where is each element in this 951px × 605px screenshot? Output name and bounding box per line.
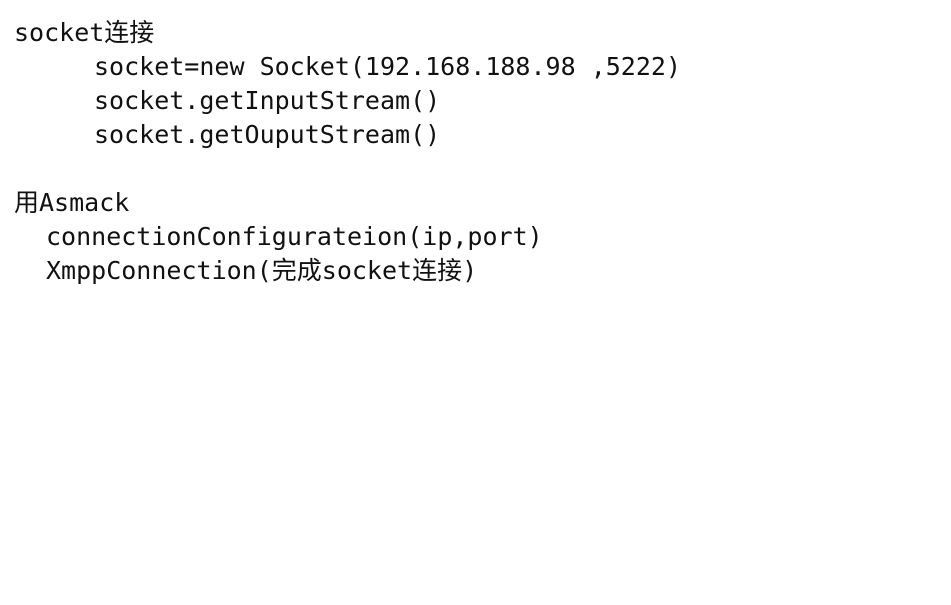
asmack-heading: 用Asmack (14, 188, 130, 217)
socket-connection-heading: socket连接 (14, 18, 155, 47)
document-page: socket连接 socket=new Socket(192.168.188.9… (0, 0, 951, 605)
code-line-socket-new: socket=new Socket(192.168.188.98 ,5222) (94, 52, 681, 81)
code-line-connection-configuration: connectionConfigurateion(ip,port) (46, 222, 543, 251)
code-line-get-input-stream: socket.getInputStream() (94, 86, 441, 115)
code-line-get-output-stream: socket.getOuputStream() (94, 120, 441, 149)
code-line-xmpp-connection: XmppConnection(完成socket连接) (46, 256, 478, 285)
